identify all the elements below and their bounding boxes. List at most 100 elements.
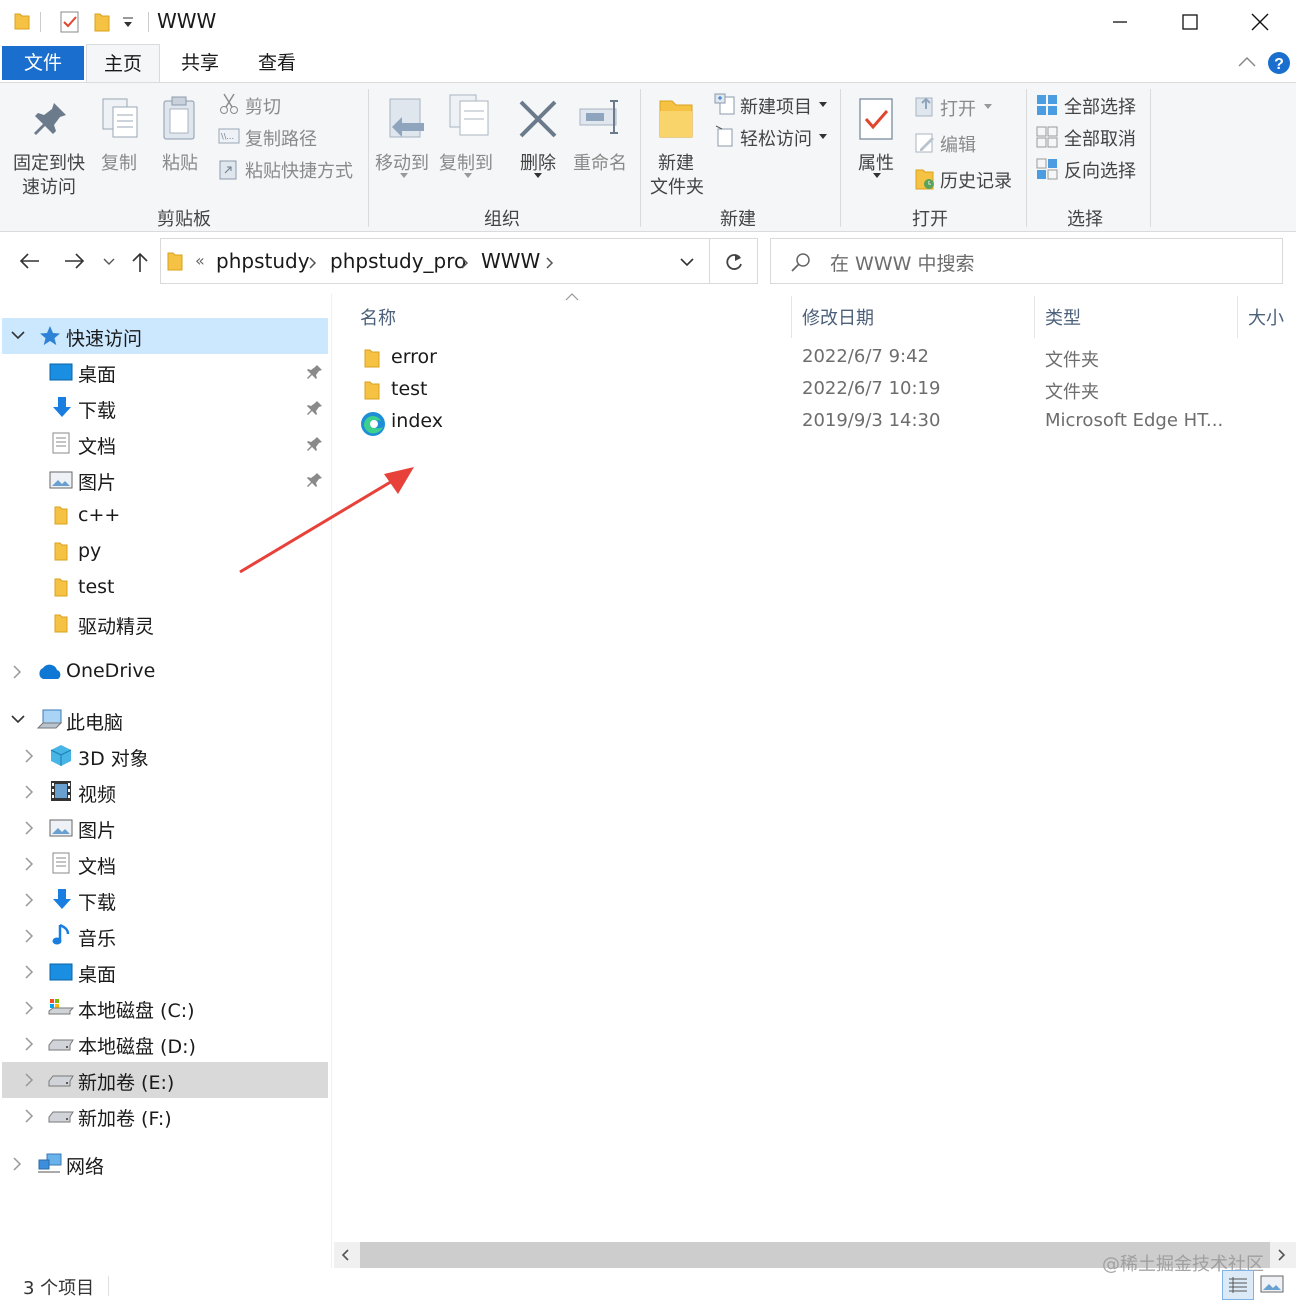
column-header-type[interactable]: 类型 (1045, 304, 1081, 330)
properties-check-icon[interactable] (60, 10, 80, 34)
expand-chevron-icon[interactable] (11, 331, 25, 340)
breadcrumb-separator-icon[interactable] (461, 257, 469, 269)
minimize-button[interactable] (1085, 0, 1155, 44)
expand-chevron-icon[interactable] (25, 749, 34, 763)
select-none-button[interactable]: 全部取消 (1034, 123, 1144, 151)
address-bar[interactable]: « phpstudy phpstudy_pro WWW (160, 238, 710, 284)
expand-chevron-icon[interactable] (25, 1037, 34, 1051)
new-folder-icon[interactable] (94, 11, 110, 33)
maximize-button[interactable] (1155, 0, 1225, 44)
paste-button[interactable]: 粘贴 (154, 85, 208, 197)
column-header-name[interactable]: 名称 (360, 304, 396, 330)
select-all-button[interactable]: 全部选择 (1034, 91, 1144, 119)
scroll-right-icon[interactable] (1278, 1249, 1286, 1261)
breadcrumb-separator-icon[interactable] (546, 257, 554, 269)
large-icons-view-button[interactable] (1259, 1272, 1285, 1296)
address-history-chevron-icon[interactable] (680, 258, 694, 267)
move-to-button[interactable]: 移动到 (372, 85, 434, 197)
file-row[interactable]: error 2022/6/7 9:42 文件夹 (356, 343, 1256, 375)
nav-qa-driver-genius[interactable]: 驱动精灵 (2, 606, 328, 642)
nav-pc-music[interactable]: 音乐 (2, 918, 328, 954)
nav-pc-desktop[interactable]: 桌面 (2, 954, 328, 990)
tab-home[interactable]: 主页 (86, 44, 160, 82)
breadcrumb-separator-icon[interactable] (309, 257, 317, 269)
breadcrumb-phpstudy[interactable]: phpstudy (216, 249, 310, 273)
nav-this-pc[interactable]: 此电脑 (2, 702, 328, 738)
expand-chevron-icon[interactable] (25, 929, 34, 943)
easy-access-button[interactable]: 轻松访问 (712, 123, 830, 151)
help-icon[interactable]: ? (1267, 51, 1291, 75)
expand-chevron-icon[interactable] (11, 715, 25, 724)
nav-pc-pictures[interactable]: 图片 (2, 810, 328, 846)
expand-chevron-icon[interactable] (13, 665, 22, 679)
pin-icon[interactable] (307, 436, 323, 452)
edit-button[interactable]: 编辑 (912, 129, 1002, 157)
column-divider[interactable] (1237, 296, 1238, 338)
tab-view[interactable]: 查看 (240, 44, 314, 82)
rename-button[interactable]: 重命名 (570, 85, 632, 197)
nav-pc-drive-f[interactable]: 新加卷 (F:) (2, 1098, 328, 1134)
column-divider[interactable] (1034, 296, 1035, 338)
nav-pc-drive-e[interactable]: 新加卷 (E:) (2, 1062, 328, 1098)
pin-icon[interactable] (307, 400, 323, 416)
folder-icon[interactable] (14, 11, 30, 31)
column-header-date[interactable]: 修改日期 (802, 304, 874, 330)
breadcrumb-www[interactable]: WWW (481, 249, 540, 273)
close-button[interactable] (1225, 0, 1295, 44)
up-arrow-icon[interactable] (131, 251, 149, 273)
expand-chevron-icon[interactable] (25, 965, 34, 979)
properties-button[interactable]: 属性 (848, 85, 904, 197)
expand-chevron-icon[interactable] (25, 1001, 34, 1015)
breadcrumb-phpstudy-pro[interactable]: phpstudy_pro (330, 249, 466, 273)
search-box[interactable]: 在 WWW 中搜索 (770, 238, 1283, 284)
pin-icon[interactable] (307, 364, 323, 380)
delete-button[interactable]: 删除 (510, 85, 566, 197)
copy-to-button[interactable]: 复制到 (436, 85, 498, 197)
collapse-ribbon-icon[interactable] (1238, 56, 1256, 68)
expand-chevron-icon[interactable] (25, 1073, 34, 1087)
customize-dropdown-icon[interactable] (122, 16, 134, 30)
scroll-left-icon[interactable] (341, 1249, 349, 1261)
expand-chevron-icon[interactable] (25, 785, 34, 799)
open-button[interactable]: 打开 (912, 93, 1002, 121)
nav-network[interactable]: 网络 (2, 1146, 328, 1182)
tab-file[interactable]: 文件 (2, 46, 84, 80)
new-folder-button[interactable]: 新建 文件夹 (644, 85, 710, 198)
forward-arrow-icon[interactable] (64, 252, 86, 270)
pane-splitter[interactable] (331, 294, 332, 1268)
expand-chevron-icon[interactable] (25, 893, 34, 907)
new-item-button[interactable]: 新建项目 (712, 91, 830, 119)
column-header-size[interactable]: 大小 (1248, 304, 1284, 330)
expand-chevron-icon[interactable] (25, 1109, 34, 1123)
recent-locations-chevron-icon[interactable] (103, 258, 115, 266)
history-button[interactable]: 历史记录 (912, 165, 1022, 193)
cut-button[interactable]: 剪切 (216, 91, 296, 119)
column-divider[interactable] (791, 296, 792, 338)
nav-pc-documents[interactable]: 文档 (2, 846, 328, 882)
expand-chevron-icon[interactable] (25, 857, 34, 871)
nav-pc-downloads[interactable]: 下载 (2, 882, 328, 918)
details-view-button[interactable] (1222, 1270, 1254, 1300)
nav-pc-drive-c[interactable]: 本地磁盘 (C:) (2, 990, 328, 1026)
copy-path-button[interactable]: \\... 复制路径 (216, 123, 336, 151)
breadcrumb-overflow[interactable]: « (195, 251, 205, 270)
tab-share[interactable]: 共享 (164, 44, 236, 82)
invert-selection-button[interactable]: 反向选择 (1034, 155, 1144, 183)
expand-chevron-icon[interactable] (25, 821, 34, 835)
nav-pc-3d-objects[interactable]: 3D 对象 (2, 738, 328, 774)
file-row[interactable]: index 2019/9/3 14:30 Microsoft Edge HT..… (356, 407, 1256, 439)
pin-quick-access-button[interactable]: 固定到快 速访问 (6, 85, 92, 198)
copy-button[interactable]: 复制 (96, 85, 146, 197)
nav-pc-videos[interactable]: 视频 (2, 774, 328, 810)
file-row[interactable]: test 2022/6/7 10:19 文件夹 (356, 375, 1256, 407)
nav-onedrive[interactable]: OneDrive (2, 654, 328, 690)
paste-shortcut-button[interactable]: 粘贴快捷方式 (216, 155, 366, 183)
expand-chevron-icon[interactable] (13, 1157, 22, 1171)
nav-qa-desktop[interactable]: 桌面 (2, 354, 328, 390)
refresh-button[interactable] (710, 238, 758, 284)
nav-pc-drive-d[interactable]: 本地磁盘 (D:) (2, 1026, 328, 1062)
nav-qa-documents[interactable]: 文档 (2, 426, 328, 462)
back-arrow-icon[interactable] (18, 252, 40, 270)
nav-quick-access[interactable]: 快速访问 (2, 318, 328, 354)
nav-qa-downloads[interactable]: 下载 (2, 390, 328, 426)
